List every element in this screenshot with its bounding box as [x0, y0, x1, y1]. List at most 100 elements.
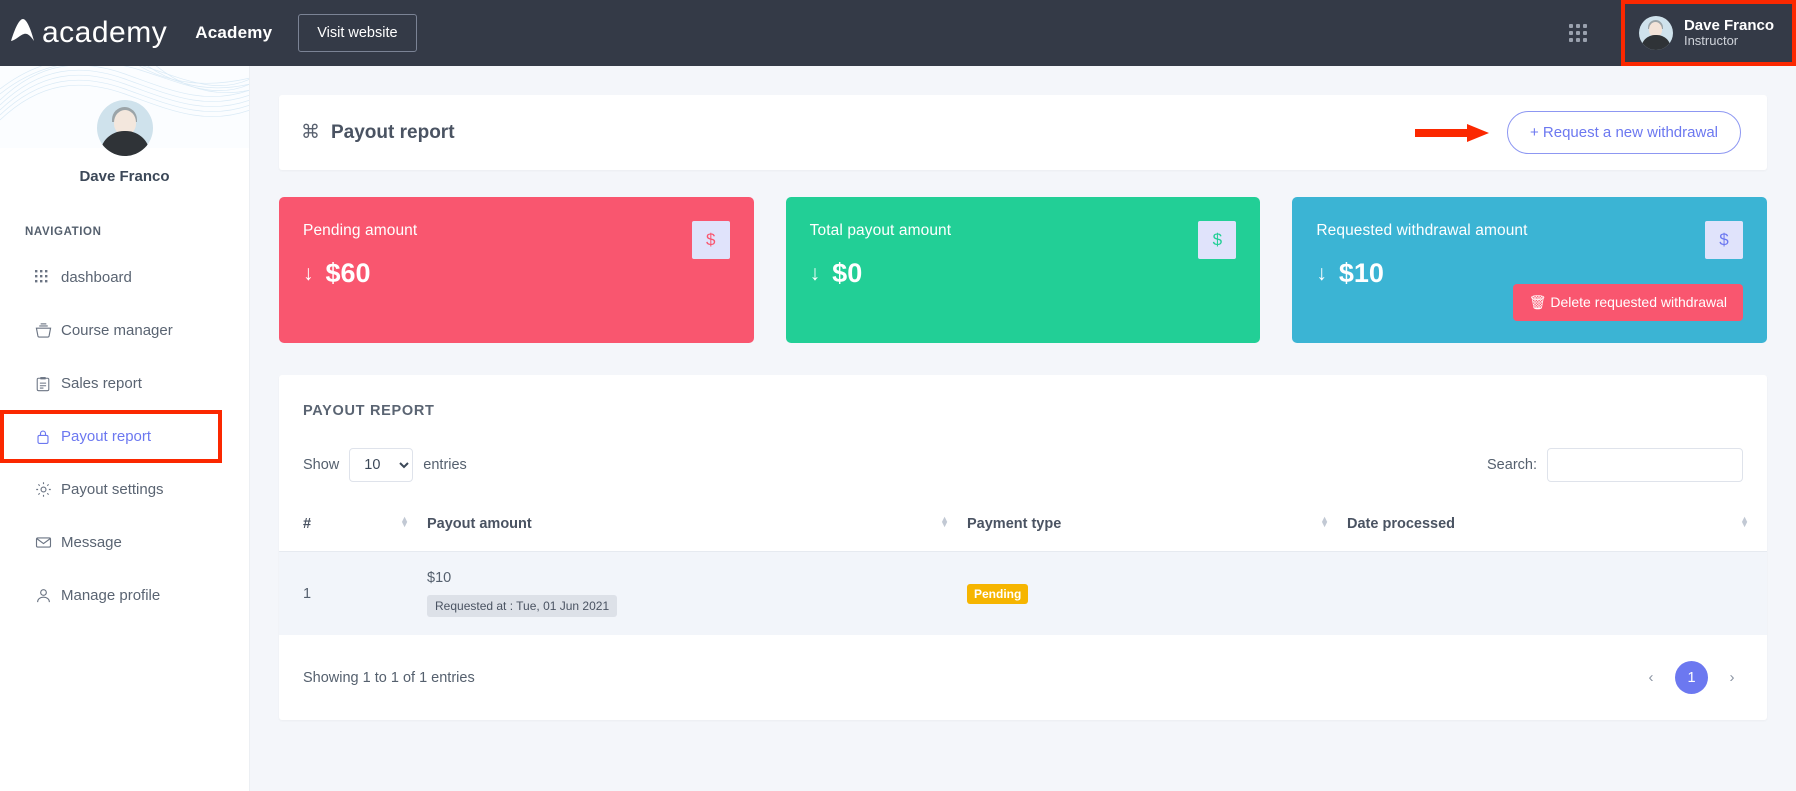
stat-card-pending-amount: Pending amount ↓ $60 $ [279, 197, 754, 343]
table-footer: Showing 1 to 1 of 1 entries ‹ 1 › [279, 635, 1767, 694]
cell-payout-amount: $10 Requested at : Tue, 01 Jun 2021 [427, 551, 967, 635]
column-header-payout-amount[interactable]: Payout amount ▲ ▼ [427, 506, 967, 552]
sidebar-item-label: Course manager [61, 322, 173, 339]
sidebar-item-message[interactable]: Message [0, 516, 249, 569]
stat-value: $0 [832, 258, 863, 288]
apps-grid-icon[interactable] [1568, 24, 1587, 42]
status-badge: Pending [967, 583, 1029, 604]
stat-value: $60 [325, 258, 371, 288]
pagination-next[interactable]: › [1721, 669, 1743, 686]
cell-date-processed [1347, 551, 1767, 635]
sidebar-item-label: Manage profile [61, 587, 161, 604]
stat-value-group: ↓ $0 [810, 258, 1237, 289]
dollar-badge-icon: $ [691, 221, 730, 259]
top-bar: academy Academy Visit website Dave Franc… [0, 0, 1796, 66]
arrow-down-icon: ↓ [809, 261, 821, 285]
site-name: Academy [195, 23, 273, 42]
user-icon [35, 587, 61, 604]
payout-amount-value: $10 [427, 570, 452, 586]
sidebar-item-manage-profile[interactable]: Manage profile [0, 569, 249, 622]
table-header-row: # ▲ ▼ Payout amount ▲ ▼ Payment type ▲ ▼ Da… [279, 506, 1767, 552]
avatar [96, 100, 153, 156]
sidebar: Dave Franco NAVIGATION dashboard Course … [0, 66, 250, 791]
clipboard-icon [35, 376, 61, 392]
sort-icon: ▲ ▼ [1740, 514, 1749, 529]
academy-logo-icon [11, 19, 34, 41]
table-header: # ▲ ▼ Payout amount ▲ ▼ Payment type ▲ ▼ Da… [279, 506, 1767, 552]
table-heading: PAYOUT REPORT [303, 403, 435, 419]
sort-icon: ▲ ▼ [940, 514, 949, 529]
sidebar-item-label: dashboard [61, 269, 132, 286]
page-title: ⌘ Payout report [301, 121, 455, 144]
sidebar-item-dashboard[interactable]: dashboard [0, 251, 249, 304]
stat-label: Pending amount [303, 222, 418, 239]
stat-card-total-payout-amount: Total payout amount ↓ $0 $ [785, 197, 1261, 343]
navigation-heading: NAVIGATION [25, 226, 102, 238]
sidebar-item-label: Sales report [61, 375, 142, 392]
dollar-badge-icon: $ [1198, 221, 1237, 259]
grid-dots-icon [35, 270, 61, 285]
column-label: # [303, 516, 312, 532]
column-header-number[interactable]: # ▲ ▼ [279, 506, 427, 552]
stat-label: Total payout amount [809, 222, 952, 239]
table-body: 1 $10 Requested at : Tue, 01 Jun 2021 Pe… [279, 551, 1767, 635]
entries-label: entries [423, 457, 467, 473]
request-new-withdrawal-button[interactable]: + Request a new withdrawal [1506, 111, 1741, 154]
cell-number: 1 [279, 551, 427, 635]
sidebar-item-label: Message [61, 534, 122, 551]
sidebar-item-course-manager[interactable]: Course manager [0, 304, 249, 357]
envelope-icon [35, 534, 61, 551]
pagination-page-1[interactable]: 1 [1675, 661, 1708, 694]
trash-icon: 🗑 [1528, 294, 1547, 310]
entries-per-page-select[interactable]: 102550100 [349, 448, 414, 482]
sidebar-item-label: Payout report [61, 428, 152, 445]
stat-value: $10 [1338, 258, 1384, 288]
column-label: Payout amount [427, 516, 532, 532]
payout-report-panel: PAYOUT REPORT Show 102550100 entries Sea… [279, 375, 1767, 720]
sidebar-item-label: Payout settings [61, 481, 164, 498]
visit-website-button[interactable]: Visit website [298, 14, 417, 52]
lock-icon [35, 429, 61, 445]
main-content: ⌘ Payout report + Request a new withdraw… [250, 66, 1796, 791]
delete-requested-withdrawal-button[interactable]: 🗑 Delete requested withdrawal [1512, 284, 1744, 321]
dollar-badge-icon: $ [1705, 221, 1744, 259]
pagination: ‹ 1 › [1640, 661, 1743, 694]
entries-info: Showing 1 to 1 of 1 entries [303, 669, 475, 686]
pagination-previous[interactable]: ‹ [1640, 669, 1662, 686]
requested-at-badge: Requested at : Tue, 01 Jun 2021 [427, 595, 618, 617]
cell-payment-type: Pending [967, 551, 1347, 635]
sidebar-item-sales-report[interactable]: Sales report [0, 357, 249, 410]
user-name: Dave Franco [1683, 16, 1774, 34]
show-entries-control: Show 102550100 entries [303, 448, 467, 482]
payout-report-table: # ▲ ▼ Payout amount ▲ ▼ Payment type ▲ ▼ Da… [279, 506, 1767, 635]
stat-card-requested-withdrawal-amount: Requested withdrawal amount ↓ $10 $ 🗑 De… [1292, 197, 1768, 343]
show-label: Show [303, 457, 340, 473]
sidebar-profile-name: Dave Franco [79, 168, 170, 185]
search-label: Search: [1487, 457, 1537, 473]
delete-button-label: Delete requested withdrawal [1550, 294, 1728, 310]
navigation-list: dashboard Course manager Sales report Pa… [0, 251, 249, 622]
logo-wordmark: academy [42, 16, 168, 49]
gear-icon [35, 481, 61, 498]
basket-icon [35, 322, 61, 339]
sidebar-item-payout-settings[interactable]: Payout settings [0, 463, 249, 516]
sort-icon: ▲ ▼ [1320, 514, 1329, 529]
column-header-payment-type[interactable]: Payment type ▲ ▼ [967, 506, 1347, 552]
page-header: ⌘ Payout report + Request a new withdraw… [279, 95, 1767, 170]
sidebar-item-payout-report[interactable]: Payout report [0, 410, 222, 463]
annotation-arrow-icon [1414, 122, 1491, 144]
column-header-date-processed[interactable]: Date processed ▲ ▼ [1347, 506, 1767, 552]
stat-cards: Pending amount ↓ $60 $ Total payout amou… [279, 197, 1768, 343]
stat-label: Requested withdrawal amount [1316, 222, 1528, 239]
avatar [1638, 16, 1673, 50]
page-title-text: Payout report [331, 121, 455, 143]
command-icon: ⌘ [301, 122, 320, 143]
search-input[interactable] [1547, 448, 1743, 482]
table-controls: Show 102550100 entries Search: [279, 419, 1767, 482]
sort-icon: ▲ ▼ [400, 514, 409, 529]
brand-logo[interactable]: academy [6, 16, 167, 50]
arrow-down-icon: ↓ [1316, 261, 1327, 285]
user-menu[interactable]: Dave Franco Instructor [1620, 0, 1796, 66]
table-row[interactable]: 1 $10 Requested at : Tue, 01 Jun 2021 Pe… [279, 551, 1767, 635]
arrow-down-icon: ↓ [303, 261, 314, 285]
